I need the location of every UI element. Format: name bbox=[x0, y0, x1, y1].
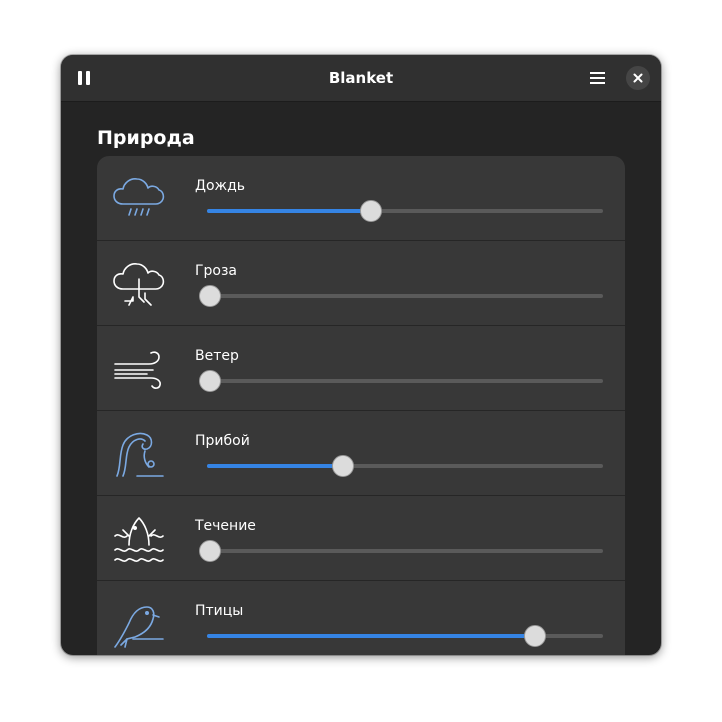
slider-knob[interactable] bbox=[359, 200, 382, 222]
sound-label-rain: Дождь bbox=[195, 178, 246, 194]
window-title: Blanket bbox=[328, 69, 394, 87]
slider-trough bbox=[207, 294, 603, 298]
slider-trough bbox=[207, 549, 603, 553]
slider-knob[interactable] bbox=[199, 285, 221, 307]
slider-knob[interactable] bbox=[524, 625, 547, 647]
stream-fish-icon bbox=[114, 517, 164, 562]
sound-row-stream: Течение bbox=[97, 496, 625, 581]
main-content: Природа Дождь Гроза Ветер Прибой Течение… bbox=[61, 102, 661, 655]
volume-slider-stream[interactable] bbox=[199, 540, 603, 562]
slider-fill bbox=[207, 464, 343, 468]
sound-row-storm: Гроза bbox=[97, 241, 625, 326]
volume-slider-birds[interactable] bbox=[207, 625, 603, 647]
sound-label-surf: Прибой bbox=[195, 433, 250, 449]
volume-slider-wind[interactable] bbox=[199, 370, 603, 392]
close-icon bbox=[633, 73, 643, 83]
section-title: Природа bbox=[97, 127, 195, 149]
volume-slider-rain[interactable] bbox=[207, 200, 603, 222]
app-window: Blanket Природа Дождь Гроза Ветер Прибой… bbox=[61, 55, 661, 655]
slider-knob[interactable] bbox=[199, 540, 221, 562]
slider-knob[interactable] bbox=[332, 455, 355, 477]
header-bar: Blanket bbox=[61, 55, 661, 102]
wind-icon bbox=[114, 351, 161, 389]
sound-label-wind: Ветер bbox=[195, 348, 239, 364]
sound-list: Дождь Гроза Ветер Прибой Течение Птицы bbox=[97, 156, 625, 655]
slider-trough bbox=[207, 379, 603, 383]
close-button[interactable] bbox=[626, 66, 650, 90]
volume-slider-surf[interactable] bbox=[207, 455, 603, 477]
sound-row-birds: Птицы bbox=[97, 581, 625, 655]
slider-fill bbox=[207, 634, 535, 638]
storm-cloud-icon bbox=[113, 263, 165, 306]
main-menu-button[interactable] bbox=[587, 67, 609, 89]
sound-label-storm: Гроза bbox=[195, 263, 238, 279]
sound-row-wind: Ветер bbox=[97, 326, 625, 411]
sound-row-surf: Прибой bbox=[97, 411, 625, 496]
sound-label-birds: Птицы bbox=[195, 603, 244, 619]
slider-fill bbox=[207, 209, 370, 213]
sound-row-rain: Дождь bbox=[97, 156, 625, 241]
bird-icon bbox=[114, 606, 164, 648]
volume-slider-storm[interactable] bbox=[199, 285, 603, 307]
slider-knob[interactable] bbox=[199, 370, 221, 392]
sound-label-stream: Течение bbox=[195, 518, 256, 534]
rain-cloud-icon bbox=[113, 178, 165, 216]
wave-icon bbox=[116, 432, 164, 477]
